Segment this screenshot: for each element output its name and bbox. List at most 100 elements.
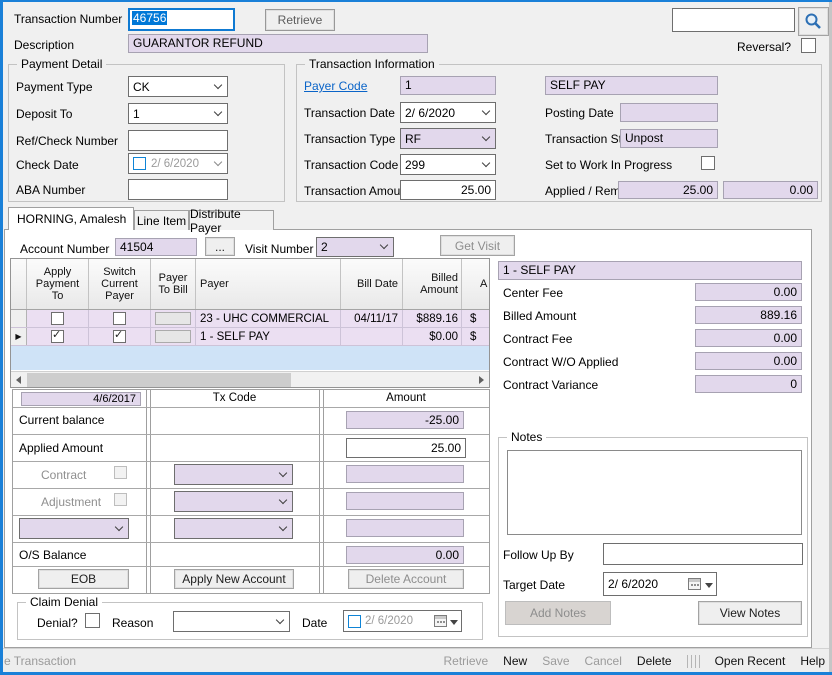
transaction-date-picker[interactable]: 2/ 6/2020 xyxy=(400,102,496,123)
deposit-to-combo[interactable]: 1 xyxy=(128,103,228,124)
payer-cell[interactable]: 1 - SELF PAY xyxy=(196,328,341,345)
denial-checkbox[interactable] xyxy=(85,613,100,628)
scrollbar-thumb[interactable] xyxy=(27,373,291,387)
follow-up-by-label: Follow Up By xyxy=(503,548,574,562)
reason-combo[interactable] xyxy=(173,611,290,632)
description-label: Description xyxy=(14,38,75,52)
clipped-cell: $ xyxy=(470,330,477,343)
status-save[interactable]: Save xyxy=(542,654,569,668)
scroll-left-icon[interactable] xyxy=(16,376,21,384)
status-cancel[interactable]: Cancel xyxy=(585,654,622,668)
ref-check-number-input[interactable] xyxy=(128,130,228,151)
payer-to-bill-cell[interactable] xyxy=(151,310,196,327)
col-payer-to-bill[interactable]: Payer To Bill xyxy=(151,259,196,309)
col-switch-current-payer[interactable]: Switch Current Payer xyxy=(89,259,151,309)
denial-date-picker[interactable]: 2/ 6/2020 xyxy=(343,610,462,632)
switch-payer-cell[interactable]: ✓ xyxy=(89,328,151,345)
bill-date-cell[interactable]: 04/11/17 xyxy=(341,310,403,327)
chevron-down-icon xyxy=(481,158,491,167)
status-open-recent[interactable]: Open Recent xyxy=(715,654,786,668)
visit-number-combo[interactable]: 2 xyxy=(316,237,394,257)
get-visit-button[interactable]: Get Visit xyxy=(440,235,515,256)
search-input[interactable] xyxy=(672,8,795,32)
applied-amount-label: Applied Amount xyxy=(19,441,104,455)
row-selector[interactable] xyxy=(11,310,27,327)
apply-payment-cell[interactable]: ✓ xyxy=(27,328,89,345)
calendar-icon xyxy=(688,578,701,590)
applied-amount-input[interactable] xyxy=(346,438,466,458)
divider xyxy=(323,390,324,593)
adjustment-tx-code-combo[interactable] xyxy=(174,491,293,512)
reversal-checkbox[interactable] xyxy=(801,38,816,53)
add-notes-button[interactable]: Add Notes xyxy=(505,601,611,625)
transaction-type-combo[interactable]: RF xyxy=(400,128,496,149)
transaction-amount-input[interactable] xyxy=(400,180,496,200)
contract-wo-applied-field: 0.00 xyxy=(695,352,802,370)
window-border-left xyxy=(0,0,3,675)
wip-checkbox[interactable] xyxy=(701,156,715,170)
apply-date-header: 4/6/2017 xyxy=(21,392,141,406)
payer-row-uhc[interactable]: 23 - UHC COMMERCIAL 04/11/17 $889.16 $ xyxy=(11,310,489,328)
denial-label: Denial? xyxy=(37,616,78,630)
check-date-checkbox[interactable] xyxy=(133,157,146,170)
follow-up-by-input[interactable] xyxy=(603,543,803,565)
switch-payer-checkbox-checked[interactable]: ✓ xyxy=(113,329,126,343)
delete-account-button[interactable]: Delete Account xyxy=(348,569,464,589)
apply-payment-cell[interactable] xyxy=(27,310,89,327)
col-billed-amount[interactable]: Billed Amount xyxy=(403,259,462,309)
billed-amount-cell[interactable]: $889.16 xyxy=(403,310,462,327)
account-number-field[interactable]: 41504 xyxy=(115,238,197,256)
payer-to-bill-box xyxy=(155,330,191,343)
col-apply-payment-to[interactable]: Apply Payment To xyxy=(27,259,89,309)
chevron-down-icon xyxy=(275,615,285,624)
deposit-to-label: Deposit To xyxy=(16,107,73,121)
search-button[interactable] xyxy=(798,7,829,36)
check-date-picker[interactable]: 2/ 6/2020 xyxy=(128,153,228,174)
status-separator xyxy=(686,654,700,668)
grid-horizontal-scrollbar[interactable] xyxy=(11,371,489,387)
target-date-picker[interactable]: 2/ 6/2020 xyxy=(603,572,717,596)
payer-row-self-pay[interactable]: ▶ ✓ ✓ 1 - SELF PAY $0.00 $ xyxy=(11,328,489,346)
status-retrieve[interactable]: Retrieve xyxy=(443,654,488,668)
payment-type-combo[interactable]: CK xyxy=(128,76,228,97)
status-delete[interactable]: Delete xyxy=(637,654,672,668)
extra-tx-code-combo[interactable] xyxy=(174,518,293,539)
account-browse-button[interactable]: ... xyxy=(205,237,235,256)
eob-button[interactable]: EOB xyxy=(38,569,129,589)
col-payer[interactable]: Payer xyxy=(196,259,341,309)
center-fee-label: Center Fee xyxy=(503,286,564,300)
payment-type-value: CK xyxy=(133,79,150,94)
check-date-label: Check Date xyxy=(16,158,79,172)
tab-patient[interactable]: HORNING, Amalesh xyxy=(8,207,134,230)
contract-checkbox[interactable] xyxy=(114,466,127,479)
scroll-right-icon[interactable] xyxy=(479,376,484,384)
bill-date-cell[interactable] xyxy=(341,328,403,345)
tab-line-item[interactable]: Line Item xyxy=(134,210,189,230)
retrieve-button[interactable]: Retrieve xyxy=(265,9,335,31)
extra-type-combo[interactable] xyxy=(19,518,129,539)
status-new[interactable]: New xyxy=(503,654,527,668)
denial-date-checkbox[interactable] xyxy=(348,614,361,628)
transaction-code-combo[interactable]: 299 xyxy=(400,154,496,175)
switch-payer-cell[interactable] xyxy=(89,310,151,327)
col-bill-date[interactable]: Bill Date xyxy=(341,259,403,309)
status-help[interactable]: Help xyxy=(800,654,825,668)
notes-textarea[interactable] xyxy=(507,450,802,535)
os-balance-field: 0.00 xyxy=(346,546,464,564)
switch-payer-checkbox[interactable] xyxy=(113,312,126,325)
view-notes-button[interactable]: View Notes xyxy=(698,601,802,625)
adjustment-checkbox[interactable] xyxy=(114,493,127,506)
apply-payment-checkbox-checked[interactable]: ✓ xyxy=(51,329,64,343)
apply-new-account-button[interactable]: Apply New Account xyxy=(174,569,294,589)
tab-distribute-payer[interactable]: Distribute Payer xyxy=(189,207,274,235)
transaction-number-input[interactable]: 46756 xyxy=(128,8,235,31)
apply-payment-checkbox[interactable] xyxy=(51,312,64,325)
payer-to-bill-cell[interactable] xyxy=(151,328,196,345)
payer-cell[interactable]: 23 - UHC COMMERCIAL xyxy=(196,310,341,327)
payer-code-field: 1 xyxy=(400,76,496,95)
contract-tx-code-combo[interactable] xyxy=(174,464,293,485)
aba-number-input[interactable] xyxy=(128,179,228,200)
billed-amount-cell[interactable]: $0.00 xyxy=(403,328,462,345)
payer-code-link[interactable]: Payer Code xyxy=(304,79,367,93)
row-selector-current[interactable]: ▶ xyxy=(11,328,27,345)
